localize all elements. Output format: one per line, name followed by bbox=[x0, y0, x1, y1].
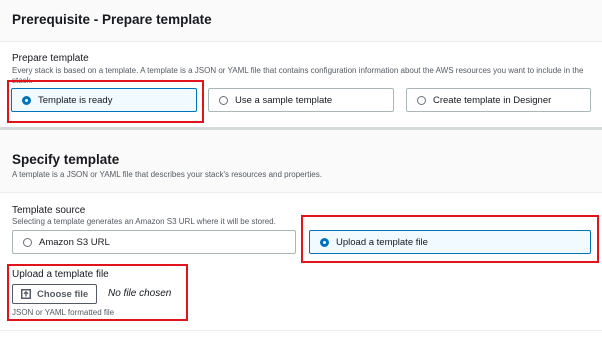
radio-icon bbox=[219, 95, 228, 105]
template-source-label: Template source bbox=[12, 205, 86, 216]
prepare-template-label: Prepare template bbox=[12, 53, 89, 64]
choose-file-button[interactable]: Choose file bbox=[12, 284, 98, 304]
option-template-ready[interactable]: Template is ready bbox=[11, 88, 197, 112]
radio-selected-icon bbox=[22, 95, 31, 105]
upload-hint: JSON or YAML formatted file bbox=[12, 308, 115, 317]
specify-description: A template is a JSON or YAML file that d… bbox=[12, 170, 322, 179]
file-status: No file chosen bbox=[108, 288, 172, 299]
prerequisite-title: Prerequisite - Prepare template bbox=[12, 12, 212, 27]
option-designer-template[interactable]: Create template in Designer bbox=[406, 88, 591, 112]
upload-label: Upload a template file bbox=[12, 269, 109, 280]
source-label: Amazon S3 URL bbox=[39, 236, 110, 248]
radio-icon bbox=[23, 237, 32, 247]
option-label: Template is ready bbox=[38, 94, 113, 106]
template-source-description: Selecting a template generates an Amazon… bbox=[12, 217, 276, 226]
source-s3-url[interactable]: Amazon S3 URL bbox=[12, 230, 296, 254]
bottom-divider bbox=[0, 330, 602, 331]
option-label: Use a sample template bbox=[235, 94, 333, 106]
option-sample-template[interactable]: Use a sample template bbox=[208, 88, 394, 112]
choose-file-label: Choose file bbox=[37, 288, 89, 300]
specify-title: Specify template bbox=[12, 152, 120, 167]
radio-icon bbox=[417, 95, 426, 105]
source-upload-file[interactable]: Upload a template file bbox=[309, 230, 591, 254]
source-label: Upload a template file bbox=[336, 236, 428, 248]
upload-icon bbox=[21, 289, 31, 299]
option-label: Create template in Designer bbox=[433, 94, 552, 106]
radio-selected-icon bbox=[320, 237, 329, 247]
